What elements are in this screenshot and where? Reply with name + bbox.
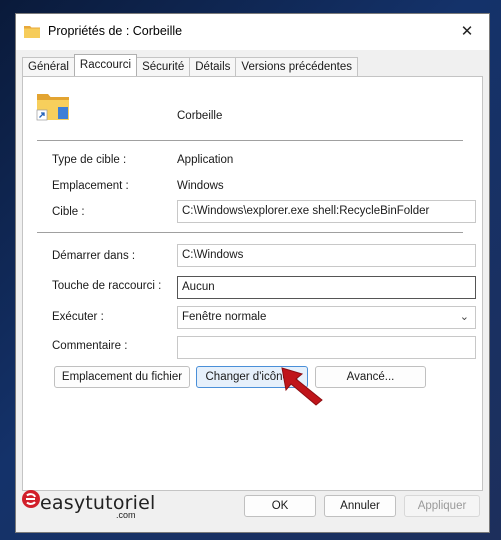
target-type-value: Application [177,154,234,166]
tab-details[interactable]: Détails [189,57,237,76]
location-label: Emplacement : [52,180,129,192]
run-select[interactable]: Fenêtre normale ⌄ [177,306,476,329]
open-file-location-button[interactable]: Emplacement du fichier [54,366,190,388]
easytutoriel-logo-icon [22,490,40,508]
separator [37,232,463,233]
advanced-button[interactable]: Avancé... [315,366,426,388]
comment-input[interactable] [177,336,476,359]
cancel-button[interactable]: Annuler [324,495,396,517]
shortcut-name: Corbeille [177,110,223,122]
tab-bar: Général Raccourci Sécurité Détails Versi… [22,54,359,76]
title-bar[interactable]: Propriétés de : Corbeille ✕ [16,14,489,50]
tab-general[interactable]: Général [22,57,75,76]
separator [37,140,463,141]
properties-window: Propriétés de : Corbeille ✕ Général Racc… [15,13,490,533]
window-title: Propriétés de : Corbeille [48,24,183,38]
target-label: Cible : [52,206,85,218]
comment-label: Commentaire : [52,340,128,352]
tab-previous-versions[interactable]: Versions précédentes [235,57,359,76]
folder-icon [24,26,40,38]
red-arrow-annotation [281,367,323,406]
apply-button[interactable]: Appliquer [404,495,480,517]
shortcut-panel: Corbeille Type de cible : Application Em… [22,76,483,491]
watermark-brand: easytutoriel [40,492,156,514]
close-button[interactable]: ✕ [453,20,481,42]
ok-button[interactable]: OK [244,495,316,517]
hotkey-input[interactable]: Aucun [177,276,476,299]
start-in-input[interactable]: C:\Windows [177,244,476,267]
target-type-label: Type de cible : [52,154,127,166]
tab-security[interactable]: Sécurité [136,57,191,76]
tab-shortcut[interactable]: Raccourci [73,54,138,76]
run-select-value: Fenêtre normale [182,311,267,323]
chevron-down-icon: ⌄ [459,311,469,323]
watermark-domain: .com [116,510,136,520]
start-in-label: Démarrer dans : [52,250,136,262]
location-value: Windows [177,180,224,192]
target-input[interactable]: C:\Windows\explorer.exe shell:RecycleBin… [177,200,476,223]
recycle-bin-shortcut-icon [36,94,69,121]
hotkey-label: Touche de raccourci : [52,280,162,292]
run-label: Exécuter : [52,311,104,323]
